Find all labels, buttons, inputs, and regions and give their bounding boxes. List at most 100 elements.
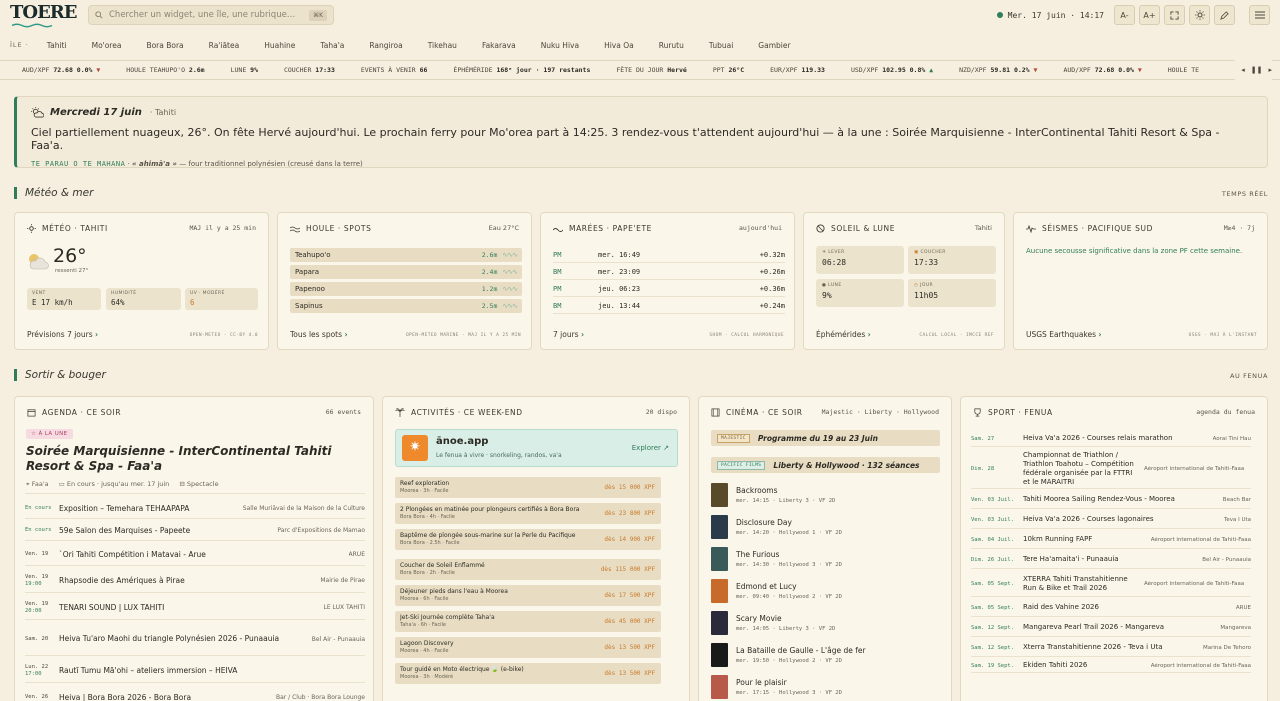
sport-row[interactable]: Sam. 12 Sept. Mangareva Pearl Trail 2026 … xyxy=(971,619,1251,637)
sun-icon xyxy=(27,224,36,233)
sun-moon-location: Tahiti xyxy=(974,224,992,232)
film-row[interactable]: Pour le plaisir mer. 17:15 · Hollywood 3 … xyxy=(711,673,941,701)
sport-row[interactable]: Sam. 12 Sept. Xterra Transtahitienne 2026… xyxy=(971,639,1251,657)
agenda-row[interactable]: Ven. 26 Heiva | Bora Bora 2026 - Bora Bor… xyxy=(25,687,365,701)
arrow-down-icon: ▼ xyxy=(1137,66,1142,74)
featured-event-title[interactable]: Soirée Marquisienne - InterContinental T… xyxy=(26,444,361,474)
font-increase-button[interactable]: A+ xyxy=(1139,5,1160,25)
tides-7days-link[interactable]: 7 jours › xyxy=(553,330,584,339)
island-rurutu[interactable]: Rurutu xyxy=(659,41,684,50)
agenda-row[interactable]: En cours 59e Salon des Marquises - Papeet… xyxy=(25,521,365,541)
activity-row[interactable]: Coucher de Soleil Enflammé Bora Bora · 2h… xyxy=(395,559,661,580)
swell-row[interactable]: Teahupo'o 2.6m ∿∿∿ xyxy=(290,248,522,262)
island-bora-bora[interactable]: Bora Bora xyxy=(146,41,183,50)
ticker-controls: ◂ ❚❚ ▸ xyxy=(1235,60,1272,80)
arrow-down-icon: ▼ xyxy=(96,66,101,74)
film-row[interactable]: La Bataille de Gaulle - L'âge de fer mer.… xyxy=(711,641,941,669)
sport-row[interactable]: Ven. 03 Juil. Tahiti Moorea Sailing Rende… xyxy=(971,491,1251,509)
ticker-pause-icon[interactable]: ❚❚ xyxy=(1251,66,1263,74)
island-tikehau[interactable]: Tikehau xyxy=(428,41,457,50)
agenda-row[interactable]: Sam. 20 Heiva Tu'aro Maohi du triangle Po… xyxy=(25,623,365,656)
ticker-prev-icon[interactable]: ◂ xyxy=(1241,66,1245,74)
daylight-box: ◷ JOUR 11h05 xyxy=(908,279,996,307)
agenda-row[interactable]: En cours Exposition – Temehara TEHAAPAPA S… xyxy=(25,499,365,519)
all-spots-link[interactable]: Tous les spots › xyxy=(290,330,348,339)
theme-toggle-button[interactable] xyxy=(1189,5,1210,25)
current-temperature: 26° xyxy=(53,245,87,267)
sport-row[interactable]: Dim. 28 Championnat de Triathlon / Triath… xyxy=(971,449,1251,489)
activity-row[interactable]: Lagoon Discovery Moorea · 4h · Facile dès … xyxy=(395,637,661,658)
film-row[interactable]: The Furious mer. 14:30 · Hollywood 3 · VF… xyxy=(711,545,941,573)
agenda-row[interactable]: Lun. 22 17:00 Rautī Tumu Mā'ohi – ateliers… xyxy=(25,659,365,683)
daily-brief: Mercredi 17 juin · Tahiti Ciel partielle… xyxy=(14,96,1268,168)
ticker-bar: AUD/XPF 72.68 0.0% ▼ HOULE TEAHUPO'O 2.6m… xyxy=(0,60,1280,80)
island-tubuai[interactable]: Tubuai xyxy=(709,41,733,50)
film-row[interactable]: Backrooms mer. 14:15 · Liberty 3 · VF 2D xyxy=(711,481,941,509)
search-input[interactable]: Chercher un widget, une île, une rubriqu… xyxy=(88,5,334,25)
sport-date: Dim. 26 Juil. xyxy=(971,556,1015,563)
sport-date: Sam. 19 Sept. xyxy=(971,662,1015,669)
featured-badge: ☆ À LA UNE xyxy=(26,429,73,439)
agenda-row[interactable]: Ven. 19 20:00 TENARI SOUND | LUX TAHITI LE … xyxy=(25,596,365,620)
majestic-program[interactable]: MAJESTIC Programme du 19 au 23 Juin xyxy=(711,430,940,446)
cinema-venues: Majestic · Liberty · Hollywood xyxy=(821,408,939,416)
island-tahaa[interactable]: Taha'a xyxy=(320,41,344,50)
calendar-icon: ▭ xyxy=(58,480,67,488)
film-row[interactable]: Edmond et Lucy mer. 09:40 · Hollywood 2 ·… xyxy=(711,577,941,605)
island-tahiti[interactable]: Tahiti xyxy=(47,41,67,50)
menu-button[interactable] xyxy=(1249,5,1270,25)
agenda-row[interactable]: Ven. 19 19:00 Rhapsodie des Amériques à Pi… xyxy=(25,569,365,593)
activity-row[interactable]: Déjeuner pieds dans l'eau à Moorea Moorea… xyxy=(395,585,661,606)
word-of-day-label: TE PARAU O TE MAHANA xyxy=(31,160,126,168)
activity-row[interactable]: Jet-Ski Journée complète Taha'a Taha'a · … xyxy=(395,611,661,632)
film-poster xyxy=(711,675,728,699)
sport-place: Aorai Tini Hau xyxy=(1212,435,1251,442)
swell-card-header: HOULE · SPOTS xyxy=(290,224,371,233)
swell-row[interactable]: Papara 2.4m ∿∿∿ xyxy=(290,265,522,279)
film-poster xyxy=(711,547,728,571)
swell-row[interactable]: Papenoo 1.2m ∿∿∿ xyxy=(290,282,522,296)
film-row[interactable]: Disclosure Day mer. 14:20 · Hollywood 1 ·… xyxy=(711,513,941,541)
agenda-row[interactable]: Ven. 19 `Ori Tahiti Compétition i Matavai… xyxy=(25,544,365,566)
film-row[interactable]: Scary Movie mer. 14:05 · Liberty 3 · VF 2… xyxy=(711,609,941,637)
logo[interactable]: TOERE xyxy=(10,2,77,30)
film-title: The Furious xyxy=(736,550,780,559)
sport-title: Heiva Va'a 2026 - Courses lagonaires xyxy=(1023,515,1154,523)
activity-row[interactable]: Reef exploration Moorea · 3h · Facile dès … xyxy=(395,477,661,498)
island-huahine[interactable]: Huahine xyxy=(264,41,295,50)
moon-box: ● LUNE 9% xyxy=(816,279,904,307)
word-of-day-word: « ahimā'a » xyxy=(131,160,177,168)
island-fakarava[interactable]: Fakarava xyxy=(482,41,516,50)
sport-row[interactable]: Sam. 05 Sept. XTERRA Tahiti Transtahitien… xyxy=(971,571,1251,597)
swell-row[interactable]: Sapinus 2.5m ∿∿∿ xyxy=(290,299,522,313)
activity-row[interactable]: 2 Plongées en matinée pour plongeurs cer… xyxy=(395,503,661,524)
hamburger-icon xyxy=(1254,11,1265,19)
sport-row[interactable]: Sam. 05 Sept. Raid des Vahine 2026 ARUE xyxy=(971,599,1251,617)
forecast-link[interactable]: Prévisions 7 jours › xyxy=(27,330,98,339)
island-raiatea[interactable]: Ra'iātea xyxy=(209,41,240,50)
island-gambier[interactable]: Gambier xyxy=(758,41,790,50)
island-nuku-hiva[interactable]: Nuku Hiva xyxy=(541,41,579,50)
island-moorea[interactable]: Mo'orea xyxy=(92,41,122,50)
fullscreen-button[interactable] xyxy=(1164,5,1185,25)
anoe-banner[interactable]: ✷ ānoe.app Le fenua à vivre · snorkeling… xyxy=(395,429,678,467)
ephemerides-link[interactable]: Éphémérides › xyxy=(816,330,871,339)
activity-row[interactable]: Tour guidé en Moto électrique 🍃 (e-bike)… xyxy=(395,663,661,684)
sport-row[interactable]: Dim. 26 Juil. Tere Ha'amaita'i - Punaauia… xyxy=(971,551,1251,569)
pacific-films-program[interactable]: PACIFIC FILMS Liberty & Hollywood · 132 s… xyxy=(711,457,940,473)
usgs-link[interactable]: USGS Earthquakes › xyxy=(1026,330,1102,339)
earthquakes-card-header: SÉISMES · PACIFIQUE SUD xyxy=(1026,224,1153,233)
font-decrease-button[interactable]: A- xyxy=(1114,5,1135,25)
ticker-next-icon[interactable]: ▸ xyxy=(1268,66,1272,74)
sport-row[interactable]: Sam. 27 Heiva Va'a 2026 - Courses relais … xyxy=(971,431,1251,447)
activity-row[interactable]: Baptême de plongée sous-marine sur la Pe… xyxy=(395,529,661,550)
island-rangiroa[interactable]: Rangiroa xyxy=(369,41,402,50)
sport-row[interactable]: Sam. 19 Sept. Ekiden Tahiti 2026 Aéroport … xyxy=(971,659,1251,673)
tides-right: aujourd'hui xyxy=(738,224,782,232)
edit-button[interactable] xyxy=(1214,5,1235,25)
sport-row[interactable]: Ven. 03 Juil. Heiva Va'a 2026 - Courses l… xyxy=(971,511,1251,529)
sport-row[interactable]: Sam. 04 Juil. 10km Running FAPF Aéroport i… xyxy=(971,531,1251,549)
island-hiva-oa[interactable]: Hiva Oa xyxy=(604,41,634,50)
explore-button[interactable]: Explorer ↗ xyxy=(632,444,669,452)
ticker-item: EUR/XPF 119.33 xyxy=(770,66,825,74)
